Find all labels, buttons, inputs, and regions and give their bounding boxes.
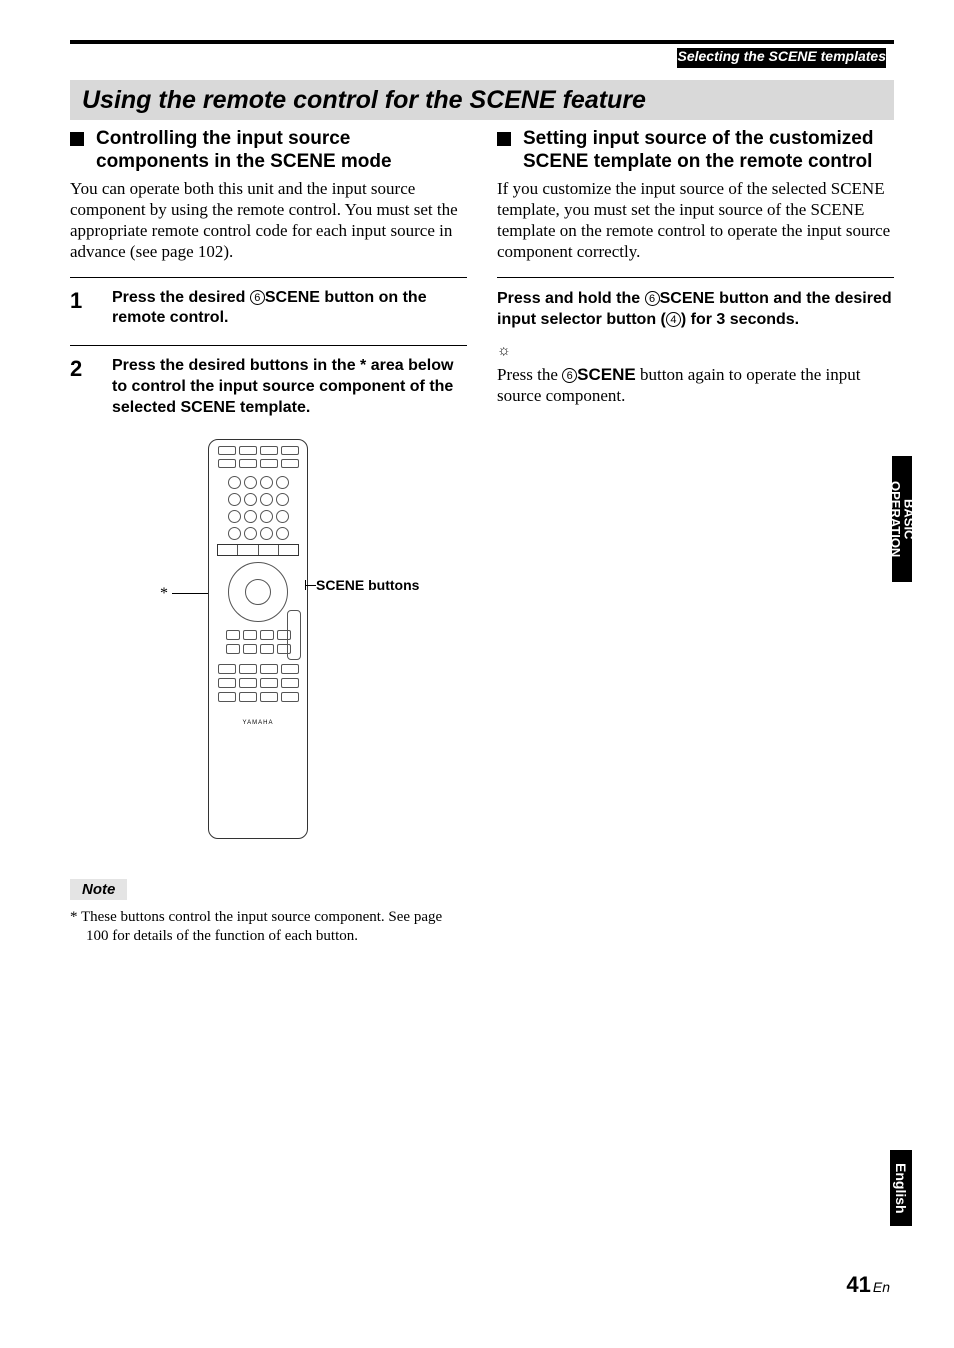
bullet-square-icon [497, 132, 511, 146]
side-tab-english: English [890, 1150, 912, 1226]
right-hint: Press the 6SCENE button again to operate… [497, 364, 894, 407]
circled-number-icon: 6 [645, 291, 660, 306]
breadcrumb: Selecting the SCENE templates [677, 48, 886, 68]
note-text: * These buttons control the input source… [70, 908, 467, 947]
left-subheading: Controlling the input source components … [96, 128, 467, 174]
manual-page: Selecting the SCENE templates Using the … [0, 0, 954, 1348]
scene-buttons-label: SCENE buttons [316, 577, 419, 593]
step-number: 1 [70, 288, 94, 330]
scene-buttons-strip [217, 544, 299, 556]
left-intro: You can operate both this unit and the i… [70, 178, 467, 263]
bullet-square-icon [70, 132, 84, 146]
right-subheading: Setting input source of the customized S… [523, 128, 894, 174]
right-column: Setting input source of the customized S… [497, 128, 894, 947]
remote-control-illustration: YAMAHA [208, 439, 308, 839]
circled-number-icon: 6 [562, 368, 577, 383]
step-number: 2 [70, 356, 94, 418]
right-step: Press and hold the 6SCENE button and the… [497, 277, 894, 331]
remote-control-figure: * [160, 439, 467, 849]
callout-line-right [306, 585, 316, 586]
section-title-bar: Using the remote control for the SCENE f… [70, 80, 894, 120]
hint-icon: ☼ [497, 343, 894, 360]
step-2-text: Press the desired buttons in the * area … [112, 356, 467, 418]
asterisk-callout: * [160, 585, 168, 603]
step-1-text: Press the desired 6SCENE button on the r… [112, 288, 467, 330]
page-number: 41En [846, 1272, 890, 1298]
top-rule [70, 40, 894, 44]
callout-line-left [172, 593, 208, 594]
circled-number-icon: 6 [250, 290, 265, 305]
note-label: Note [70, 879, 127, 900]
side-tab-basic-operation: BASIC OPERATION [892, 456, 912, 582]
yamaha-logo: YAMAHA [215, 720, 301, 726]
dpad-icon [228, 562, 288, 622]
circled-number-icon: 4 [666, 312, 681, 327]
left-column: Controlling the input source components … [70, 128, 467, 947]
section-title: Using the remote control for the SCENE f… [82, 86, 646, 115]
right-intro: If you customize the input source of the… [497, 178, 894, 263]
step-1: 1 Press the desired 6SCENE button on the… [70, 277, 467, 330]
step-2: 2 Press the desired buttons in the * are… [70, 345, 467, 418]
